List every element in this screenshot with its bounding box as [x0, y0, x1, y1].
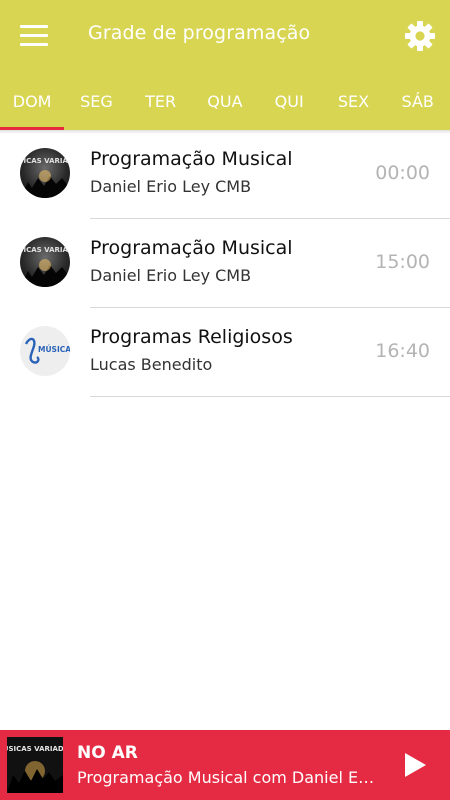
musicas-variadas-logo: MÚSICAS VARIADAS — [20, 148, 70, 198]
program-time: 16:40 — [375, 340, 430, 362]
tab-seg[interactable]: SEG — [64, 72, 128, 130]
now-playing-title: Programação Musical com Daniel E… — [77, 768, 375, 787]
tab-sex[interactable]: SEX — [321, 72, 385, 130]
now-playing-bar[interactable]: MUSICAS VARIADAS NO AR Programação Music… — [0, 730, 450, 800]
divider — [90, 396, 450, 397]
program-host: Daniel Erio Ley CMB — [90, 266, 252, 285]
logo-text: MÚSICAS VARIADAS — [20, 156, 70, 165]
schedule-item[interactable]: MÚSICAS VARIADAS Programação Musical Dan… — [0, 130, 450, 219]
tab-qua[interactable]: QUA — [193, 72, 257, 130]
app-screen: Grade de programação DOM SEG TER QUA QUI… — [0, 0, 450, 800]
program-host: Daniel Erio Ley CMB — [90, 177, 252, 196]
musicas-variadas-logo: MÚSICAS VARIADAS — [20, 237, 70, 287]
program-title: Programação Musical — [90, 237, 293, 259]
program-time: 00:00 — [375, 162, 430, 184]
app-bar: Grade de programação — [0, 0, 450, 72]
musica-catolica-logo: MÚSICA CATÓLICA — [20, 326, 70, 376]
schedule-list: MÚSICAS VARIADAS Programação Musical Dan… — [0, 130, 450, 397]
tab-ter[interactable]: TER — [129, 72, 193, 130]
program-host: Lucas Benedito — [90, 355, 213, 374]
hamburger-menu-icon[interactable] — [20, 25, 50, 47]
tab-sab[interactable]: SÁB — [386, 72, 450, 130]
on-air-label: NO AR — [77, 743, 138, 763]
day-tabs: DOM SEG TER QUA QUI SEX SÁB — [0, 72, 450, 130]
logo-text: MÚSICAS VARIADAS — [20, 245, 70, 254]
gear-icon[interactable] — [404, 20, 436, 52]
now-playing-cover: MUSICAS VARIADAS — [7, 737, 63, 793]
logo-text: MÚSICA CATÓLICA — [38, 345, 70, 354]
schedule-item[interactable]: MÚSICAS VARIADAS Programação Musical Dan… — [0, 219, 450, 308]
tab-dom[interactable]: DOM — [0, 72, 65, 130]
schedule-item[interactable]: MÚSICA CATÓLICA Programas Religiosos Luc… — [0, 308, 450, 397]
program-time: 15:00 — [375, 251, 430, 273]
page-title: Grade de programação — [88, 22, 311, 44]
tabs-shadow — [0, 130, 450, 134]
program-title: Programas Religiosos — [90, 326, 293, 348]
tab-qui[interactable]: QUI — [257, 72, 321, 130]
cover-text: MUSICAS VARIADAS — [7, 745, 63, 753]
program-title: Programação Musical — [90, 148, 293, 170]
play-icon[interactable] — [398, 748, 432, 782]
